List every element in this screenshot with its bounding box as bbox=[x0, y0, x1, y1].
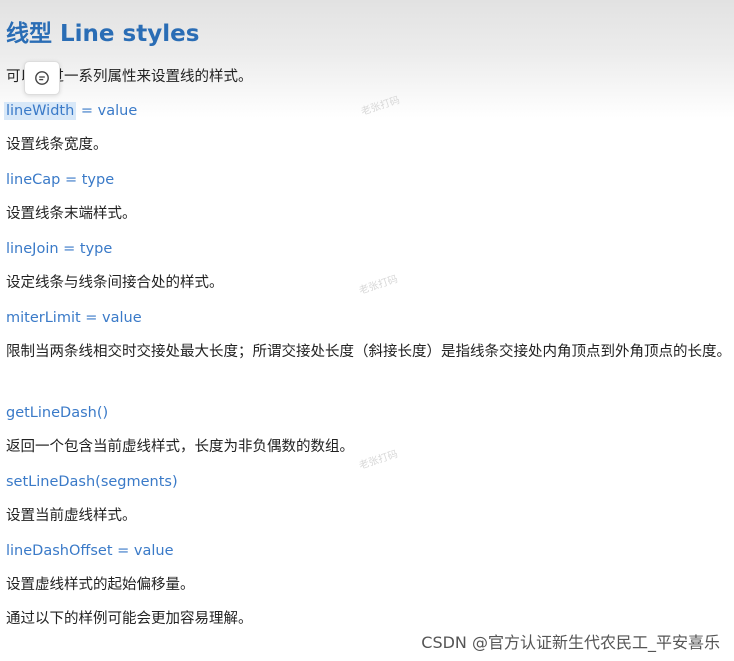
code-miter-limit: miterLimit = value bbox=[6, 310, 142, 326]
desc-miter-limit: 限制当两条线相交时交接处最大长度；所谓交接处长度（斜接长度）是指线条交接处内角顶… bbox=[6, 344, 731, 360]
comment-button[interactable] bbox=[24, 61, 60, 95]
code-get-line-dash: getLineDash() bbox=[6, 405, 109, 421]
code-line-width-rest: = value bbox=[76, 103, 138, 119]
code-line-join: lineJoin = type bbox=[6, 241, 113, 257]
code-set-line-dash: setLineDash(segments) bbox=[6, 474, 178, 490]
code-line-dash-offset: lineDashOffset = value bbox=[6, 543, 174, 559]
watermark-3: 老张打码 bbox=[357, 448, 400, 472]
selected-text-highlight[interactable]: lineWidth bbox=[4, 102, 77, 120]
desc-get-line-dash: 返回一个包含当前虚线样式，长度为非负偶数的数组。 bbox=[6, 439, 354, 455]
code-line-width: lineWidth = value bbox=[4, 101, 138, 121]
watermark-2: 老张打码 bbox=[357, 273, 400, 297]
csdn-footer-watermark: CSDN @官方认证新生代农民工_平安喜乐 bbox=[421, 633, 720, 652]
comment-icon bbox=[35, 71, 49, 85]
code-line-cap: lineCap = type bbox=[6, 172, 115, 188]
desc-line-cap: 设置线条末端样式。 bbox=[6, 206, 137, 222]
desc-line-width: 设置线条宽度。 bbox=[6, 137, 108, 153]
outro-text: 通过以下的样例可能会更加容易理解。 bbox=[6, 611, 253, 627]
desc-set-line-dash: 设置当前虚线样式。 bbox=[6, 508, 137, 524]
desc-line-dash-offset: 设置虚线样式的起始偏移量。 bbox=[6, 577, 195, 593]
desc-line-join: 设定线条与线条间接合处的样式。 bbox=[6, 275, 224, 291]
section-title: 线型 Line styles bbox=[6, 21, 200, 47]
